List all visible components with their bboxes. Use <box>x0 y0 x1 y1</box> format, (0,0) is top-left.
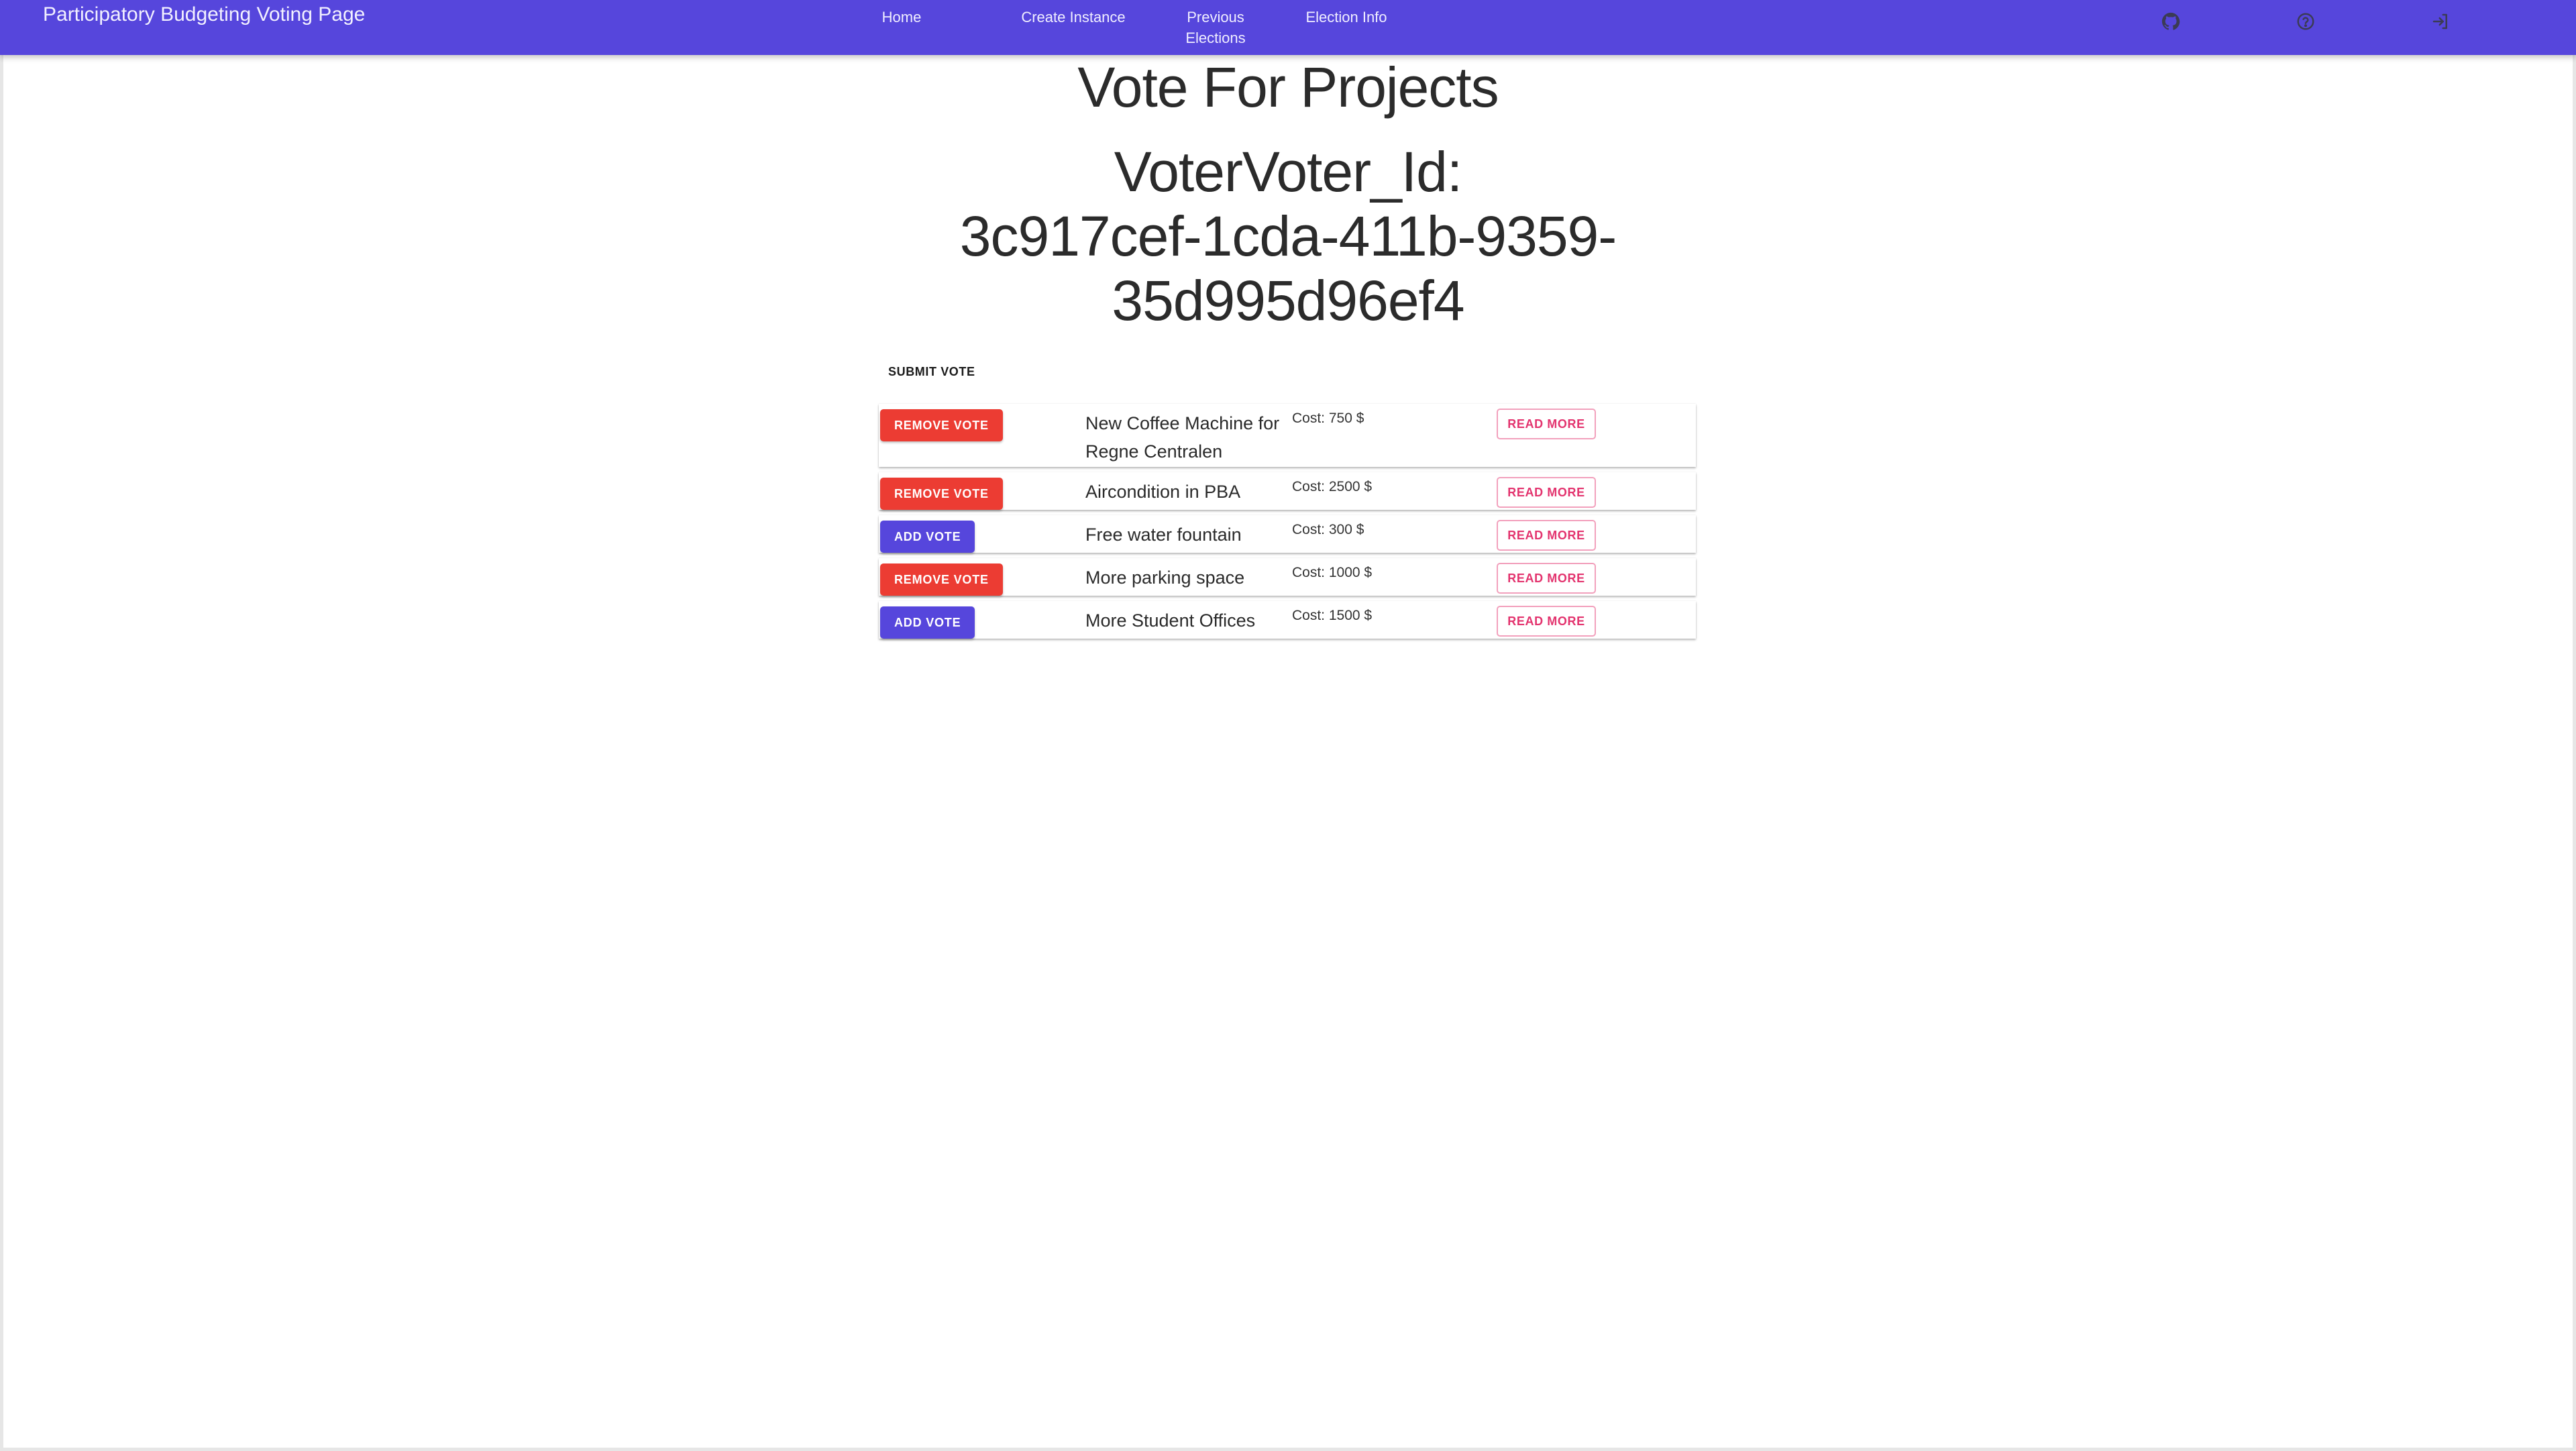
project-name: More Student Offices <box>1085 610 1256 631</box>
nav-previous-elections[interactable]: Previous Elections <box>1175 7 1256 48</box>
voter-id-label: VoterVoter_Id: <box>1114 140 1462 203</box>
project-row: ADD VOTE More Student Offices Cost: 1500… <box>879 601 1696 639</box>
remove-vote-button[interactable]: REMOVE VOTE <box>880 409 1003 441</box>
voter-id-value-part1: 3c917cef-1cda-411b-9359- <box>959 205 1617 268</box>
project-list: REMOVE VOTE New Coffee Machine for Regne… <box>879 404 1696 644</box>
page-title: Vote For Projects <box>1077 56 1499 119</box>
nav-previous-label-line1: Previous <box>1187 9 1244 25</box>
help-circle-icon[interactable] <box>2294 9 2318 34</box>
add-vote-button[interactable]: ADD VOTE <box>880 606 975 639</box>
nav-previous-label-line2: Elections <box>1185 30 1246 46</box>
voter-id-value-part2: 35d995d96ef4 <box>1112 269 1464 332</box>
nav-create-instance[interactable]: Create Instance <box>1020 7 1127 28</box>
read-more-button[interactable]: READ MORE <box>1497 563 1596 594</box>
nav-home[interactable]: Home <box>881 7 922 28</box>
submit-vote-button[interactable]: SUBMIT VOTE <box>881 360 982 384</box>
project-row: REMOVE VOTE More parking space Cost: 100… <box>879 558 1696 596</box>
project-row: REMOVE VOTE New Coffee Machine for Regne… <box>879 404 1696 467</box>
read-more-button[interactable]: READ MORE <box>1497 409 1596 439</box>
read-more-button[interactable]: READ MORE <box>1497 477 1596 508</box>
project-row: REMOVE VOTE Aircondition in PBA Cost: 25… <box>879 472 1696 510</box>
add-vote-button[interactable]: ADD VOTE <box>880 521 975 553</box>
project-cost: Cost: 300 $ <box>1292 522 1364 537</box>
project-cost: Cost: 1000 $ <box>1292 565 1373 580</box>
project-name: New Coffee Machine for Regne Centralen <box>1085 413 1280 462</box>
remove-vote-button[interactable]: REMOVE VOTE <box>880 478 1003 510</box>
project-cost: Cost: 2500 $ <box>1292 479 1373 494</box>
project-name: More parking space <box>1085 568 1245 588</box>
project-name: Free water fountain <box>1085 525 1242 545</box>
read-more-button[interactable]: READ MORE <box>1497 606 1596 637</box>
nav-election-info[interactable]: Election Info <box>1304 7 1389 28</box>
github-icon[interactable] <box>2159 9 2183 34</box>
read-more-button[interactable]: READ MORE <box>1497 520 1596 551</box>
voter-id-heading: VoterVoter_Id: 3c917cef-1cda-411b-9359- … <box>885 140 1690 333</box>
project-row: ADD VOTE Free water fountain Cost: 300 $… <box>879 515 1696 553</box>
login-icon[interactable] <box>2428 9 2453 34</box>
remove-vote-button[interactable]: REMOVE VOTE <box>880 563 1003 596</box>
project-cost: Cost: 750 $ <box>1292 411 1364 426</box>
project-cost: Cost: 1500 $ <box>1292 608 1373 623</box>
brand-title[interactable]: Participatory Budgeting Voting Page <box>43 3 365 27</box>
app-bar: Participatory Budgeting Voting Page Home… <box>0 0 2576 55</box>
project-name: Aircondition in PBA <box>1085 482 1241 502</box>
